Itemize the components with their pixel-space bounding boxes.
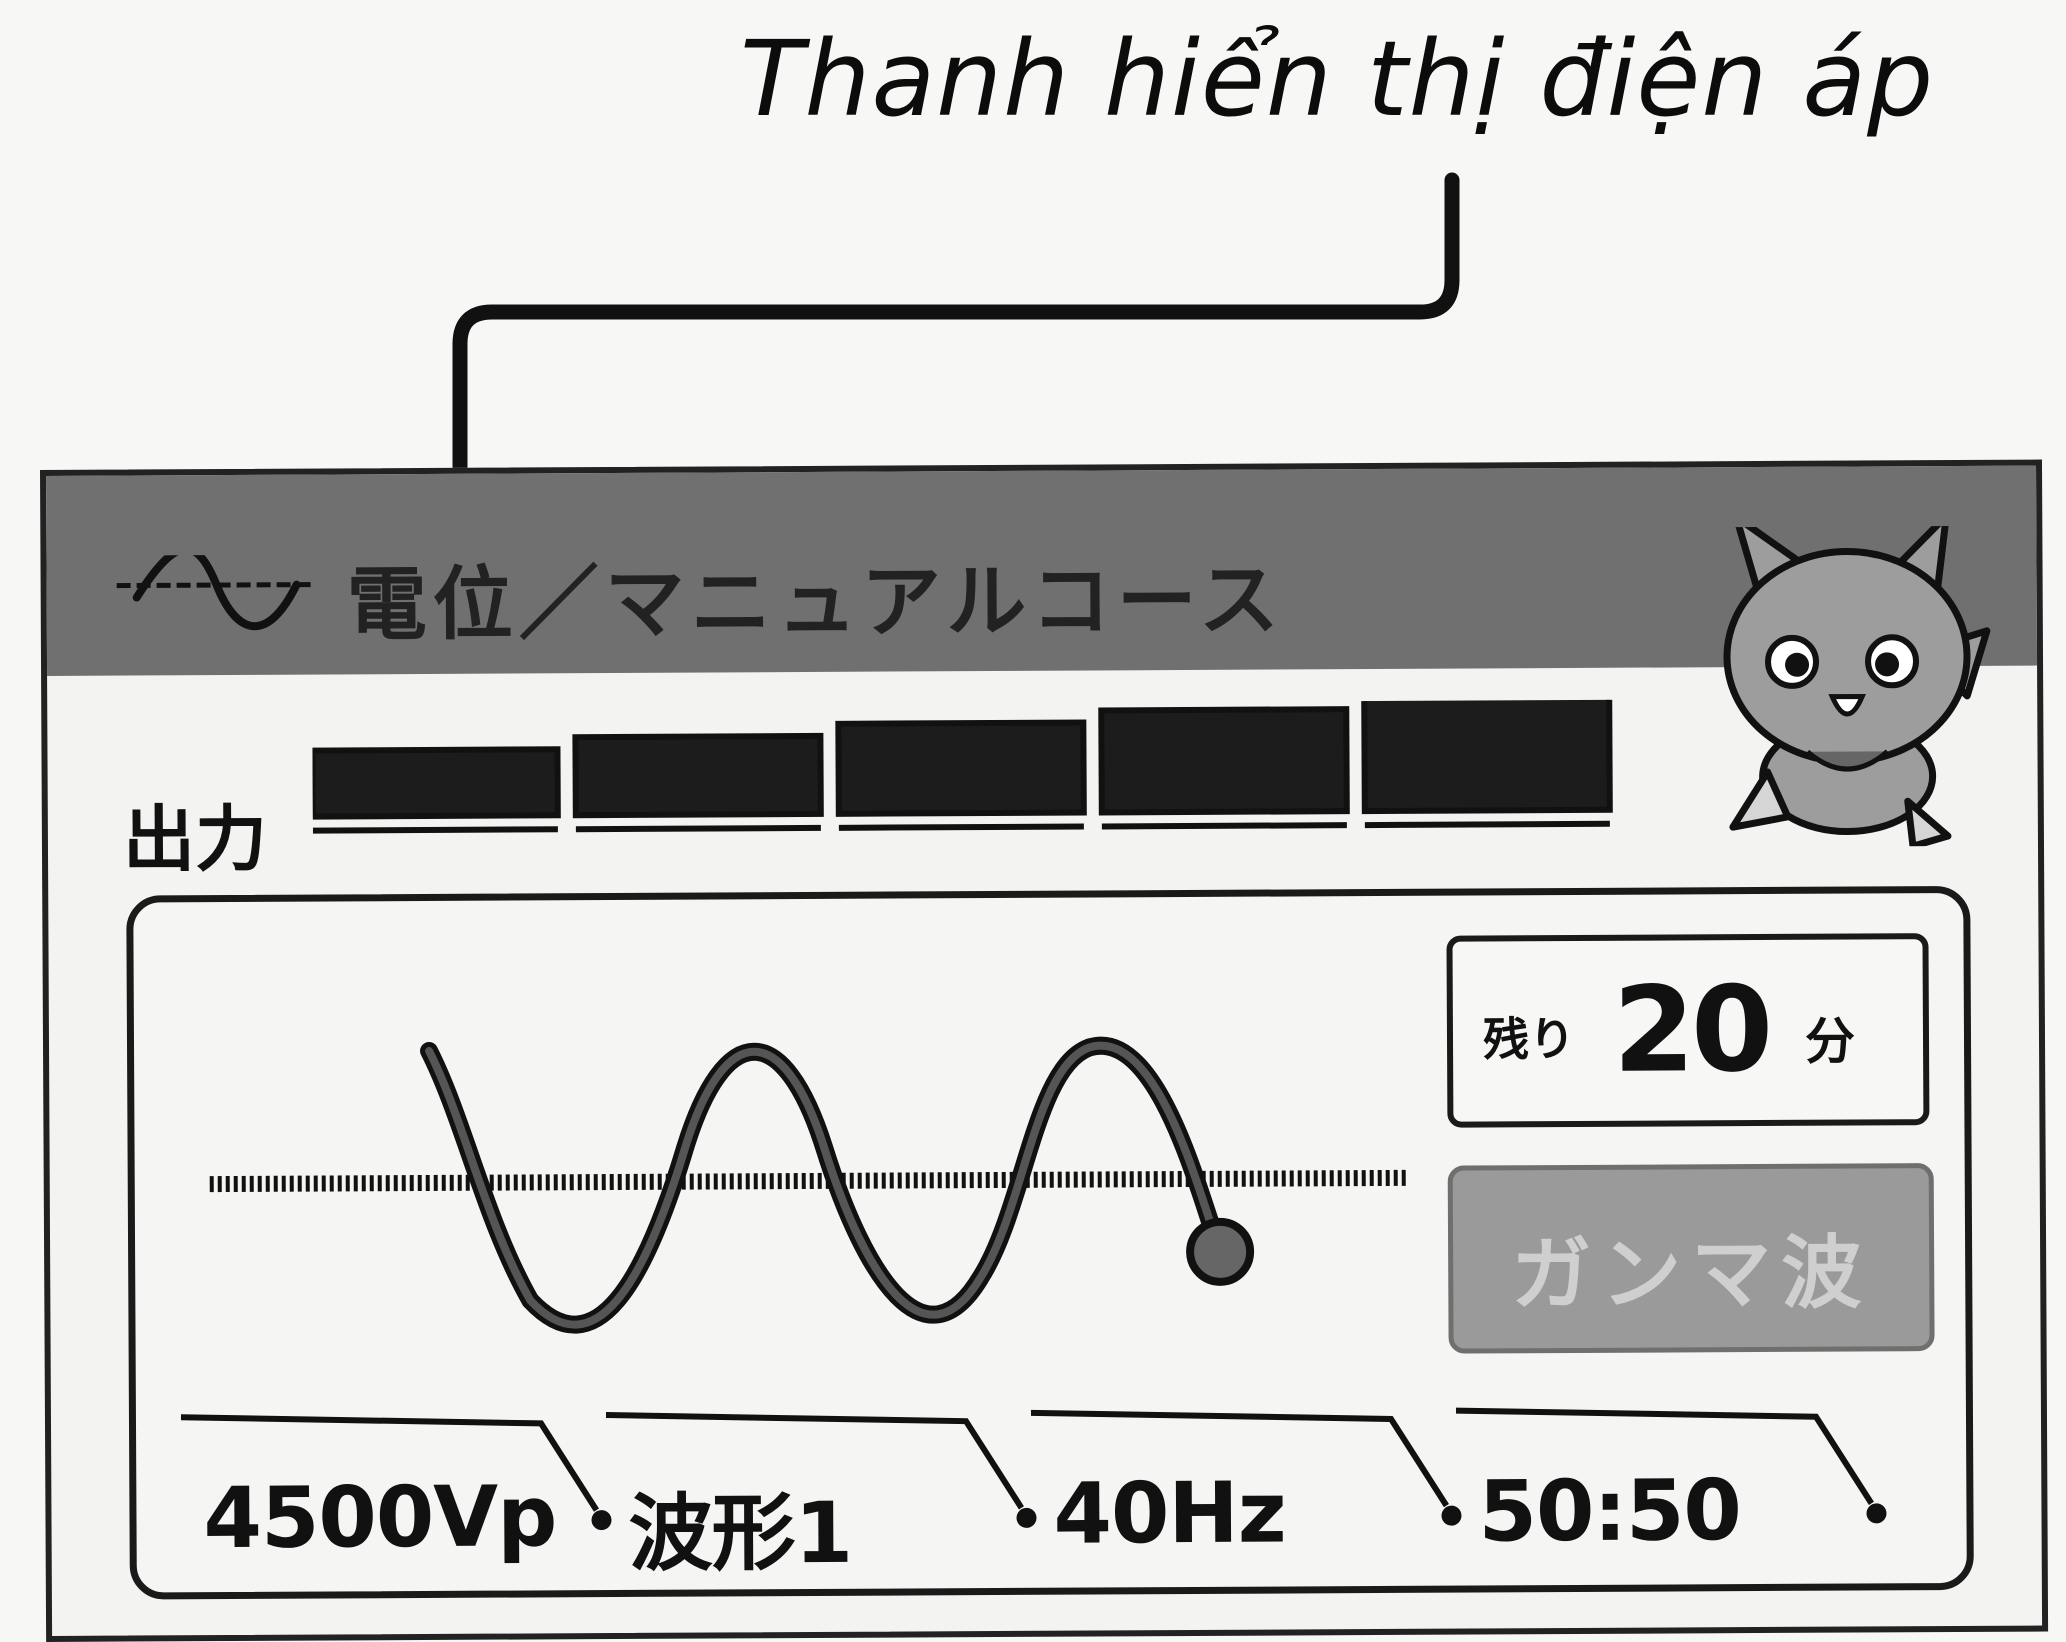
output-segment-underline [575,824,821,833]
output-segment-underline [838,823,1084,831]
cat-mascot-icon [1723,525,1991,848]
output-segment [572,732,824,819]
remaining-label: 残り [1482,1011,1576,1067]
waveform-display [209,1036,1410,1334]
baseline-marker [209,1169,1410,1193]
output-segment [312,746,561,820]
param-waveform[interactable]: 波形1 [605,1403,1037,1583]
output-level-bar [312,699,1613,834]
output-segment [835,719,1087,817]
param-frequency[interactable]: 40Hz [1030,1401,1462,1573]
param-duty-ratio[interactable]: 50:50 [1455,1399,1887,1571]
param-voltage[interactable]: 4500Vp [180,1405,612,1577]
stimulation-panel: 残り 20 分 ガンマ波 4500Vp 波形1 40Hz 50:50 [126,885,1974,1600]
remaining-unit: 分 [1804,1012,1856,1071]
sine-wave-icon [116,554,317,631]
page-title: 電位／マニュアルコース [346,553,1285,652]
waveform-end-marker [1186,1217,1255,1286]
remaining-time-display: 残り 20 分 [1446,933,1930,1128]
mode-label: ガンマ波 [1510,1226,1872,1322]
output-segment-underline [1101,822,1347,830]
screen-header: 電位／マニュアルコース [46,465,2038,848]
param-duty-ratio-value: 50:50 [1478,1461,1742,1561]
output-segment [1361,699,1613,815]
device-screen: 電位／マニュアルコース 出力 残り 20 分 ガンマ波 4500Vp 波形1 4… [40,459,2049,1642]
gamma-wave-button[interactable]: ガンマ波 [1447,1163,1935,1354]
param-waveform-value: 波形1 [628,1483,853,1583]
output-segment-underline [1364,820,1610,829]
param-voltage-value: 4500Vp [203,1467,557,1568]
remaining-value: 20 [1612,959,1770,1099]
output-segment-underline [312,826,558,834]
param-frequency-value: 40Hz [1053,1463,1286,1563]
output-label: 出力 [122,796,268,882]
output-segment [1098,706,1350,816]
